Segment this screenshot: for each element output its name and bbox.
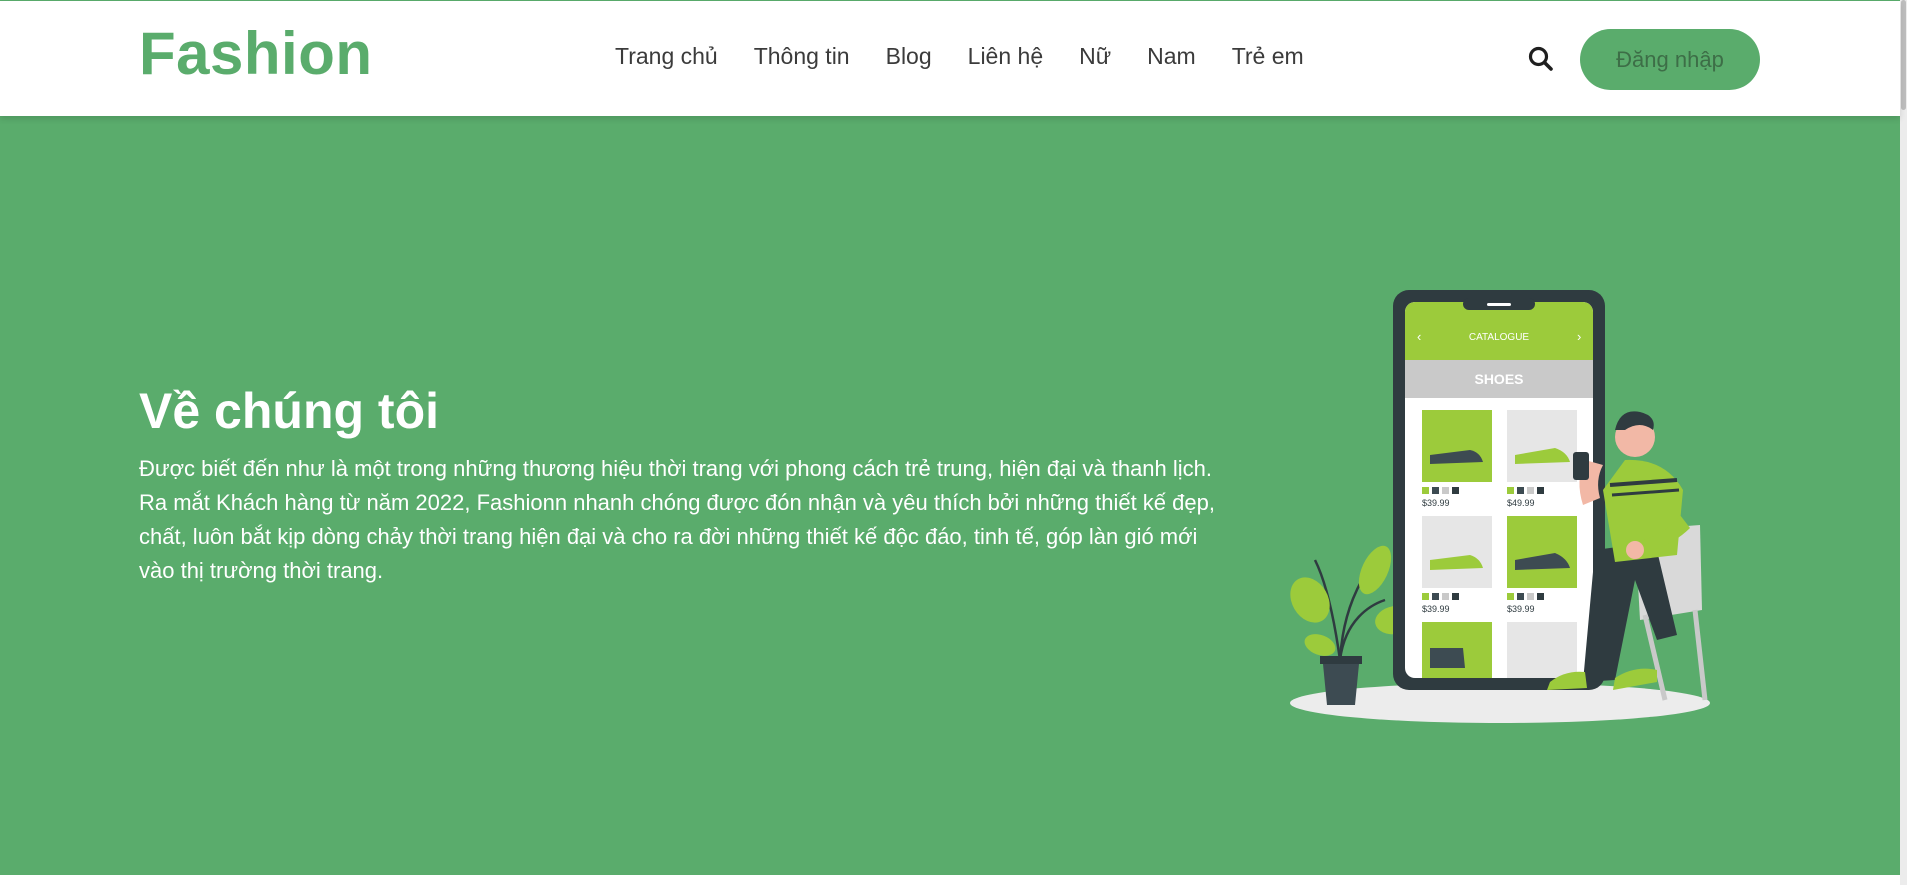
nav-item-lien-he[interactable]: Liên hệ	[968, 43, 1043, 70]
phone-mockup: CATALOGUE ‹ › SHOES $39.99 $49.99 $39.99…	[1393, 290, 1605, 690]
nav-item-nu[interactable]: Nữ	[1079, 43, 1111, 70]
svg-text:$49.99: $49.99	[1507, 498, 1535, 508]
search-icon[interactable]	[1527, 45, 1555, 73]
brand-logo[interactable]: Fashion	[139, 19, 373, 88]
svg-text:$39.99: $39.99	[1422, 498, 1450, 508]
shopping-app-illustration: CATALOGUE ‹ › SHOES $39.99 $49.99 $39.99…	[1285, 280, 1725, 730]
svg-text:$39.99: $39.99	[1507, 604, 1535, 614]
svg-text:›: ›	[1577, 329, 1581, 344]
nav-item-thong-tin[interactable]: Thông tin	[754, 43, 850, 70]
svg-text:CATALOGUE: CATALOGUE	[1469, 332, 1530, 343]
nav-item-trang-chu[interactable]: Trang chủ	[615, 43, 718, 70]
page-title: Về chúng tôi	[139, 383, 439, 439]
svg-text:‹: ‹	[1417, 329, 1421, 344]
scrollbar-thumb[interactable]	[1901, 0, 1906, 110]
svg-text:$39.99: $39.99	[1422, 604, 1450, 614]
site-header: Fashion Trang chủ Thông tin Blog Liên hệ…	[0, 1, 1900, 116]
nav-item-nam[interactable]: Nam	[1147, 43, 1196, 70]
nav-item-tre-em[interactable]: Trẻ em	[1232, 43, 1304, 70]
vertical-scrollbar[interactable]	[1900, 0, 1907, 885]
about-paragraph: Được biết đến như là một trong những thư…	[139, 456, 1215, 583]
nav-item-blog[interactable]: Blog	[886, 43, 932, 70]
page-bottom-strip	[0, 875, 1900, 885]
main-nav: Trang chủ Thông tin Blog Liên hệ Nữ Nam …	[615, 43, 1340, 70]
login-button[interactable]: Đăng nhập	[1580, 29, 1760, 90]
svg-text:SHOES: SHOES	[1474, 371, 1523, 387]
